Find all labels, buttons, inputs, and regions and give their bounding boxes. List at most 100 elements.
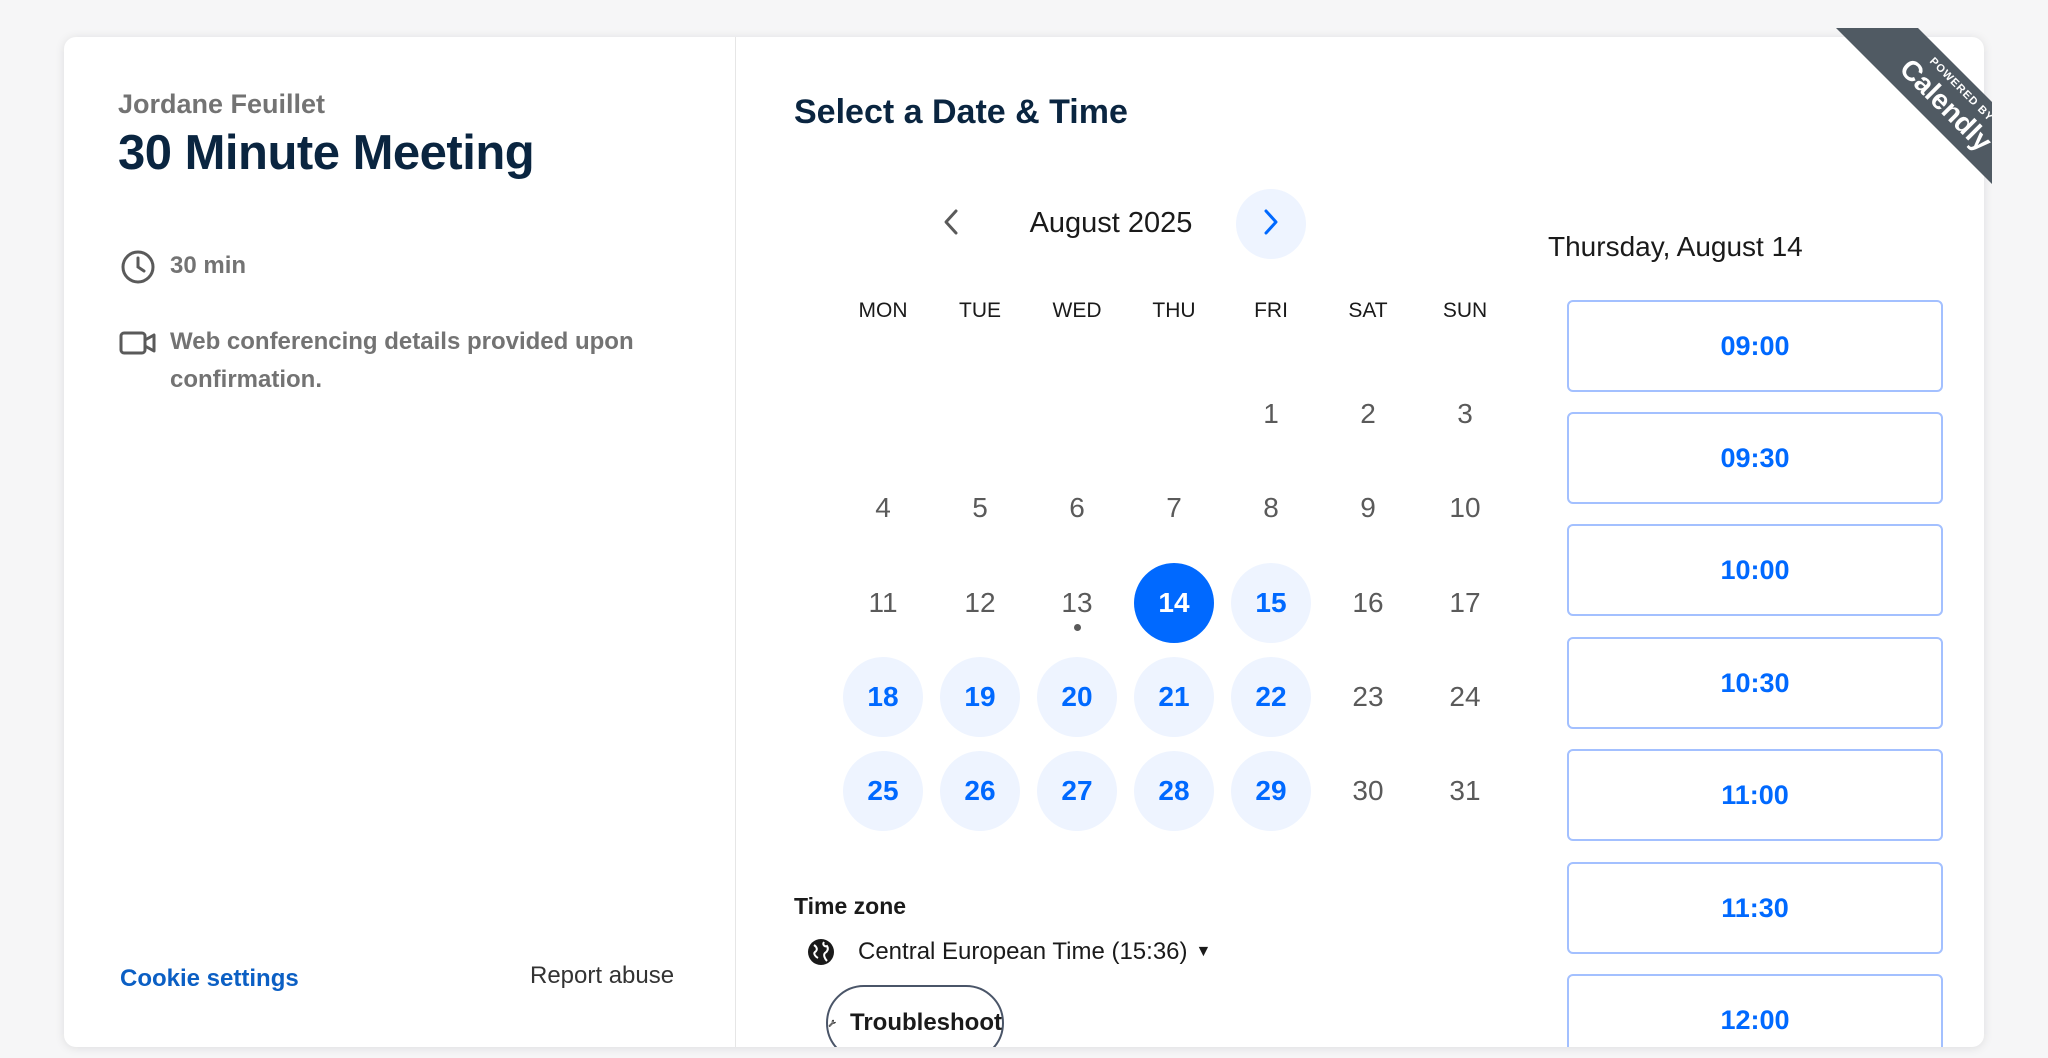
calendar-day-11: 11 xyxy=(843,563,923,643)
time-slot-0900[interactable]: 09:00 xyxy=(1567,300,1943,392)
calendar-day-number: 10 xyxy=(1449,492,1481,523)
time-slot-1030[interactable]: 10:30 xyxy=(1567,637,1943,729)
calendar-day-21[interactable]: 21 xyxy=(1134,657,1214,737)
duration-row: 30 min xyxy=(118,247,246,287)
troubleshoot-button[interactable]: Troubleshoot xyxy=(826,985,1004,1047)
host-name: Jordane Feuillet xyxy=(118,89,326,119)
calendar-day-number: 19 xyxy=(964,681,996,712)
calendar-day-27[interactable]: 27 xyxy=(1037,751,1117,831)
time-slot-1100[interactable]: 11:00 xyxy=(1567,749,1943,841)
calendar-day-4: 4 xyxy=(843,468,923,548)
selected-date-label: Thursday, August 14 xyxy=(1548,231,1803,262)
weekday-mon: MON xyxy=(858,299,908,322)
calendar-day-22[interactable]: 22 xyxy=(1231,657,1311,737)
calendar-day-29[interactable]: 29 xyxy=(1231,751,1311,831)
calendar-day-number: 4 xyxy=(875,492,891,523)
section-title: Select a Date & Time xyxy=(794,93,1128,131)
calendar-day-16: 16 xyxy=(1328,563,1408,643)
calendar-day-number: 26 xyxy=(964,775,996,806)
calendar-day-number: 23 xyxy=(1352,681,1384,712)
calendar-day-number: 31 xyxy=(1449,775,1481,806)
calendar-day-24: 24 xyxy=(1425,657,1505,737)
calendar-day-19[interactable]: 19 xyxy=(940,657,1020,737)
event-details-panel: Jordane Feuillet 30 Minute Meeting 30 mi… xyxy=(64,37,736,1047)
caret-down-icon: ▼ xyxy=(1195,943,1212,960)
weekday-sun: SUN xyxy=(1442,299,1488,322)
calendar-day-number: 7 xyxy=(1166,492,1182,523)
time-slot-0930[interactable]: 09:30 xyxy=(1567,412,1943,504)
calendar-day-20[interactable]: 20 xyxy=(1037,657,1117,737)
time-slot-1200[interactable]: 12:00 xyxy=(1567,974,1943,1047)
ribbon-brand: Calendly xyxy=(1893,52,1992,158)
calendar-day-number: 14 xyxy=(1158,587,1190,618)
troubleshoot-label: Troubleshoot xyxy=(850,1009,1002,1036)
calendar-day-number: 16 xyxy=(1352,587,1384,618)
calendar-day-number: 3 xyxy=(1457,398,1473,429)
cookie-settings-link[interactable]: Cookie settings xyxy=(120,965,299,993)
weekday-wed: WED xyxy=(1052,299,1102,322)
calendar-day-number: 8 xyxy=(1263,492,1279,523)
today-indicator-dot xyxy=(1074,624,1081,631)
calendar-day-18[interactable]: 18 xyxy=(843,657,923,737)
timezone-value: Central European Time (15:36) xyxy=(858,938,1188,965)
report-abuse-link[interactable]: Report abuse xyxy=(530,962,674,990)
calendar-day-number: 15 xyxy=(1255,587,1287,618)
calendar-day-31: 31 xyxy=(1425,751,1505,831)
calendar-day-number: 12 xyxy=(964,587,996,618)
calendar-day-number: 5 xyxy=(972,492,988,523)
calendar-day-15[interactable]: 15 xyxy=(1231,563,1311,643)
calendar-day-number: 29 xyxy=(1255,775,1287,806)
weekday-tue: TUE xyxy=(959,299,1001,322)
next-month-button[interactable] xyxy=(1236,189,1306,259)
calendar-day-number: 24 xyxy=(1449,681,1481,712)
timezone-select[interactable]: Central European Time (15:36) ▼ xyxy=(806,937,1211,967)
globe-icon xyxy=(806,937,836,967)
conferencing-row: Web conferencing details provided upon c… xyxy=(118,323,670,399)
wrench-icon xyxy=(828,1019,836,1027)
booking-card: Jordane Feuillet 30 Minute Meeting 30 mi… xyxy=(64,37,1984,1047)
calendar-day-number: 27 xyxy=(1061,775,1093,806)
calendar-day-25[interactable]: 25 xyxy=(843,751,923,831)
calendar-day-13: 13 xyxy=(1037,563,1117,643)
video-icon xyxy=(118,323,158,363)
calendar-day-number: 22 xyxy=(1255,681,1287,712)
calendar-day-number: 18 xyxy=(867,681,899,712)
calendar-day-30: 30 xyxy=(1328,751,1408,831)
calendar-day-6: 6 xyxy=(1037,468,1117,548)
calendar-day-17: 17 xyxy=(1425,563,1505,643)
calendar-day-28[interactable]: 28 xyxy=(1134,751,1214,831)
calendar-day-5: 5 xyxy=(940,468,1020,548)
weekday-fri: FRI xyxy=(1254,299,1288,322)
time-slot-1130[interactable]: 11:30 xyxy=(1567,862,1943,954)
clock-icon xyxy=(118,247,158,287)
calendar-day-26[interactable]: 26 xyxy=(940,751,1020,831)
calendar-day-number: 20 xyxy=(1061,681,1093,712)
calendar-day-number: 13 xyxy=(1061,587,1093,618)
duration-text: 30 min xyxy=(170,252,247,279)
calendar-day-23: 23 xyxy=(1328,657,1408,737)
calendar-day-number: 21 xyxy=(1158,681,1190,712)
calendar-day-7: 7 xyxy=(1134,468,1214,548)
chevron-right-icon xyxy=(1261,207,1281,242)
calendar-day-10: 10 xyxy=(1425,468,1505,548)
calendar-day-number: 1 xyxy=(1263,398,1279,429)
calendar-day-number: 11 xyxy=(868,587,898,618)
powered-by-ribbon[interactable]: POWERED BY Calendly xyxy=(1800,28,1992,220)
calendar-day-3: 3 xyxy=(1425,374,1505,454)
weekday-thu: THU xyxy=(1152,299,1196,322)
time-slot-1000[interactable]: 10:00 xyxy=(1567,524,1943,616)
calendar-day-14[interactable]: 14 xyxy=(1134,563,1214,643)
weekday-sat: SAT xyxy=(1348,299,1388,322)
calendar-day-number: 17 xyxy=(1449,587,1481,618)
event-title: 30 Minute Meeting xyxy=(118,126,535,180)
timezone-label: Time zone xyxy=(794,893,907,919)
conferencing-text: Web conferencing details provided upon c… xyxy=(170,328,634,393)
calendar-day-number: 9 xyxy=(1360,492,1376,523)
calendar-day-8: 8 xyxy=(1231,468,1311,548)
calendar-day-1: 1 xyxy=(1231,374,1311,454)
month-navigation: August 2025 xyxy=(916,189,1306,259)
calendar-day-number: 30 xyxy=(1352,775,1384,806)
calendar-day-9: 9 xyxy=(1328,468,1408,548)
calendar-day-number: 25 xyxy=(867,775,899,806)
calendar-day-number: 28 xyxy=(1158,775,1190,806)
